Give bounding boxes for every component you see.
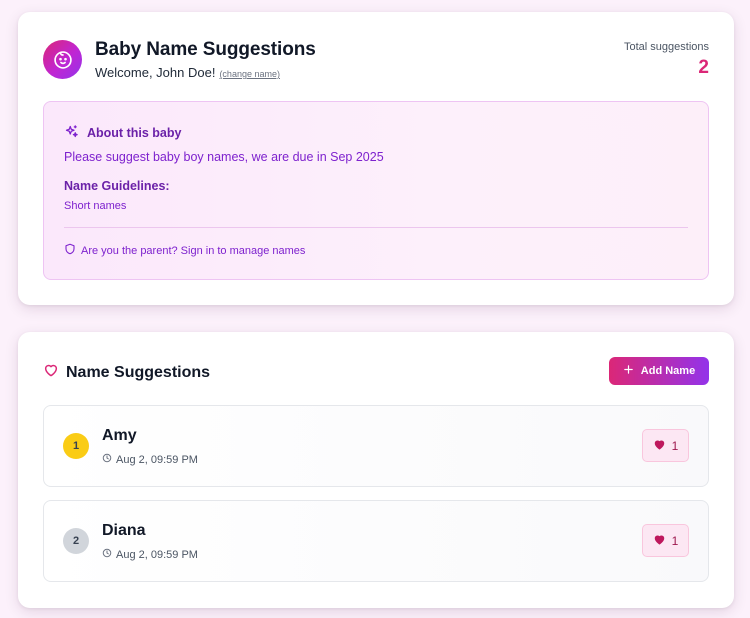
about-heading-text: About this baby: [87, 126, 182, 140]
total-suggestions-label: Total suggestions: [624, 41, 709, 53]
like-count: 1: [671, 533, 679, 548]
about-heading: About this baby: [64, 124, 181, 142]
plus-icon: [623, 364, 634, 378]
suggestion-time-text: Aug 2, 09:59 PM: [116, 453, 198, 466]
parent-sign-in-text: Are you the parent? Sign in to manage na…: [81, 244, 306, 257]
like-button[interactable]: 1: [642, 524, 689, 557]
total-suggestions-count: 2: [698, 57, 709, 78]
guidelines-heading: Name Guidelines:: [64, 179, 170, 193]
like-button[interactable]: 1: [642, 429, 689, 462]
heart-filled-icon: [653, 533, 666, 549]
heart-filled-icon: [653, 438, 666, 454]
suggestion-row: 2 Diana Aug 2, 09:59 PM 1: [43, 500, 709, 582]
guidelines-text: Short names: [64, 200, 127, 212]
add-name-label: Add Name: [640, 365, 696, 377]
parent-sign-in-link[interactable]: Are you the parent? Sign in to manage na…: [64, 243, 305, 258]
about-description: Please suggest baby boy names, we are du…: [64, 150, 384, 164]
suggestion-row: 1 Amy Aug 2, 09:59 PM 1: [43, 405, 709, 487]
rank-badge: 2: [63, 528, 89, 554]
about-baby-panel: About this baby Please suggest baby boy …: [43, 101, 709, 280]
sparkles-icon: [64, 124, 79, 142]
clock-icon: [102, 453, 112, 466]
suggestion-time-text: Aug 2, 09:59 PM: [116, 548, 198, 561]
like-count: 1: [671, 438, 679, 453]
suggested-name: Diana: [102, 522, 146, 539]
suggested-name: Amy: [102, 427, 137, 444]
clock-icon: [102, 548, 112, 561]
name-suggestions-card: Name Suggestions Add Name 1 Amy Aug 2, 0…: [18, 332, 734, 608]
add-name-button[interactable]: Add Name: [609, 357, 709, 385]
baby-info-card: Baby Name Suggestions Welcome, John Doe!…: [18, 12, 734, 305]
welcome-text: Welcome, John Doe!: [95, 65, 216, 80]
suggestions-heading: Name Suggestions: [43, 362, 210, 383]
change-name-link[interactable]: (change name): [219, 69, 280, 79]
welcome-message: Welcome, John Doe! (change name): [95, 65, 280, 80]
page-title: Baby Name Suggestions: [95, 39, 316, 60]
suggestion-time: Aug 2, 09:59 PM: [102, 548, 198, 561]
baby-face-icon: [43, 40, 82, 79]
divider: [64, 227, 688, 228]
suggestion-time: Aug 2, 09:59 PM: [102, 453, 198, 466]
rank-badge: 1: [63, 433, 89, 459]
suggestions-heading-text: Name Suggestions: [66, 363, 211, 381]
shield-icon: [64, 243, 76, 258]
heart-outline-icon: [43, 362, 59, 383]
